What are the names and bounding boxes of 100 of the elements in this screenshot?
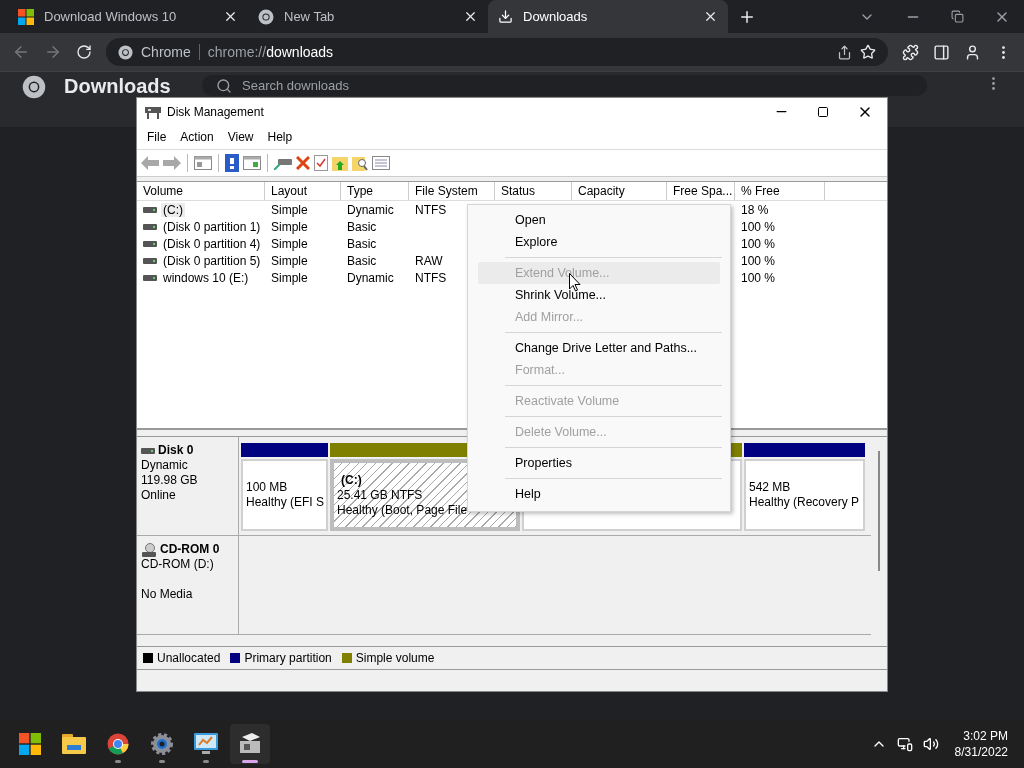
column-header[interactable]: Capacity (572, 182, 667, 200)
table-cell: NTFS (415, 202, 447, 217)
table-cell[interactable]: (Disk 0 partition 1) (161, 219, 263, 234)
puzzle-icon[interactable] (902, 43, 919, 61)
help-icon[interactable] (225, 154, 239, 172)
folder-search-icon[interactable] (352, 155, 368, 171)
chrome-logo-icon (107, 733, 129, 755)
table-cell[interactable]: (Disk 0 partition 4) (161, 236, 263, 251)
address-bar[interactable]: Chrome chrome://downloads (106, 38, 888, 66)
folder-icon (62, 734, 86, 754)
legend-label: Primary partition (244, 651, 332, 665)
close-icon[interactable] (703, 9, 718, 24)
network-icon[interactable] (896, 736, 913, 752)
chrome-logo-icon (258, 8, 274, 25)
partition-label: (C:) (340, 472, 363, 488)
download-icon (498, 9, 513, 24)
partition-block[interactable]: 542 MB Healthy (Recovery P (744, 459, 865, 531)
menu-item[interactable]: File (141, 128, 173, 146)
table-cell: Simple (271, 236, 308, 251)
disk-name: CD-ROM 0 (141, 542, 234, 557)
column-header[interactable]: Type (341, 182, 409, 200)
table-cell: Dynamic (347, 270, 394, 285)
profile-icon[interactable] (964, 43, 981, 61)
close-icon[interactable] (223, 9, 238, 24)
legend-label: Unallocated (157, 651, 221, 665)
table-cell[interactable]: (C:) (161, 202, 185, 217)
side-panel-icon[interactable] (933, 43, 950, 61)
column-header[interactable]: % Free (735, 182, 825, 200)
column-header[interactable]: Volume (137, 182, 265, 200)
table-cell: 18 % (741, 202, 769, 217)
partition-size: 25.41 GB NTFS (337, 487, 424, 503)
forward-icon[interactable] (44, 43, 62, 61)
list-icon[interactable] (372, 156, 390, 170)
drive-icon (143, 274, 157, 281)
clock[interactable]: 3:02 PM 8/31/2022 (948, 728, 1014, 760)
windows-logo-icon (19, 733, 41, 755)
table-cell: Simple (271, 253, 308, 268)
disk-drive-icon (145, 104, 161, 119)
search-field[interactable]: Search downloads (202, 75, 927, 96)
context-menu-item[interactable]: Open (478, 209, 720, 231)
chrome-logo-icon (118, 44, 133, 60)
context-menu-item[interactable]: Change Drive Letter and Paths... (478, 337, 720, 359)
table-cell: NTFS (415, 270, 447, 285)
console-tree-icon[interactable] (194, 156, 212, 170)
search-icon (216, 77, 232, 94)
reload-icon[interactable] (76, 44, 92, 60)
page-title: Downloads (64, 75, 172, 97)
table-cell: 100 % (741, 219, 776, 234)
panel-icon[interactable] (243, 156, 261, 170)
menu-item[interactable]: View (221, 128, 260, 146)
table-cell: Dynamic (347, 202, 394, 217)
partition-size: 100 MB (246, 480, 289, 495)
taskbar-app[interactable] (230, 724, 270, 764)
drive-icon (143, 223, 157, 230)
drive-icon (143, 257, 157, 264)
table-cell: Basic (347, 236, 377, 251)
folder-up-icon[interactable] (332, 155, 348, 171)
menu-item[interactable]: Action (174, 128, 220, 146)
connect-icon[interactable] (274, 156, 292, 170)
drive-icon (143, 240, 157, 247)
partition-status: Healthy (Recovery P (749, 495, 860, 510)
context-menu-item[interactable]: Shrink Volume... (478, 284, 720, 306)
windows-logo-icon (18, 8, 34, 25)
close-icon[interactable] (463, 9, 478, 24)
table-cell: RAW (415, 253, 443, 268)
back-icon[interactable] (12, 43, 30, 61)
monitor-chart-icon (194, 733, 218, 755)
column-header[interactable]: File System (409, 182, 495, 200)
table-cell: 100 % (741, 236, 776, 251)
volume-icon[interactable] (922, 736, 939, 752)
chrome-logo-icon (22, 75, 46, 99)
disk-drive-icon (238, 733, 262, 755)
menu-item[interactable]: Help (261, 128, 299, 146)
delete-icon[interactable] (296, 156, 310, 170)
browser-tab[interactable]: New Tab (248, 0, 488, 33)
restore-icon[interactable] (951, 10, 964, 23)
partition-block[interactable]: 100 MB Healthy (EFI S (241, 459, 328, 531)
column-header[interactable]: Layout (265, 182, 341, 200)
disk-type: Dynamic (141, 458, 189, 473)
browser-tab[interactable]: Download Windows 10 (8, 0, 248, 33)
scrollbar[interactable] (878, 451, 880, 571)
gear-icon (151, 733, 173, 755)
table-cell: Basic (347, 219, 377, 234)
table-cell[interactable]: (Disk 0 partition 5) (161, 253, 263, 268)
partition-status: Healthy (Boot, Page File (337, 502, 469, 518)
checklist-icon[interactable] (314, 155, 328, 171)
table-cell: 100 % (741, 253, 776, 268)
disk-name: Disk 0 (141, 443, 234, 458)
drive-icon (143, 206, 157, 213)
legend-label: Simple volume (355, 651, 435, 665)
cd-drive-icon (141, 542, 157, 557)
browser-tab[interactable]: Downloads (488, 0, 728, 33)
disk-type: CD-ROM (D:) (141, 557, 215, 572)
disk-size: 119.98 GB (141, 473, 199, 488)
table-cell[interactable]: windows 10 (E:) (161, 270, 251, 285)
context-menu-item[interactable]: Explore (478, 231, 720, 253)
share-icon[interactable] (837, 44, 852, 60)
star-icon[interactable] (860, 44, 876, 60)
column-header[interactable]: Status (495, 182, 572, 200)
column-header[interactable]: Free Spa... (667, 182, 735, 200)
